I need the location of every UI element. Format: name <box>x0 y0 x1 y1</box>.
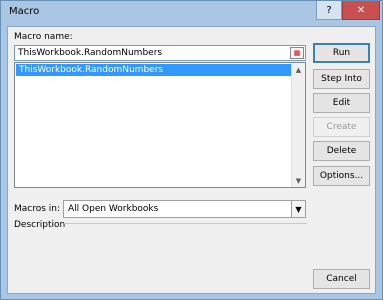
description-label: Description <box>14 220 66 230</box>
macro-dialog: Macro ? ✕ Macro name: ThisWorkbook.Rando… <box>0 0 383 300</box>
macro-name-value: ThisWorkbook.RandomNumbers <box>18 48 163 58</box>
title-bar: Macro ? ✕ <box>1 1 382 25</box>
help-button[interactable]: ? <box>316 1 342 20</box>
close-button[interactable]: ✕ <box>342 1 380 20</box>
collapse-dialog-icon[interactable]: ▦ <box>290 47 304 59</box>
cancel-button[interactable]: Cancel <box>313 269 370 289</box>
dialog-title: Macro <box>9 6 40 17</box>
description-divider <box>64 223 307 224</box>
macros-in-select[interactable]: All Open Workbooks ▼ <box>63 200 306 218</box>
macro-name-label: Macro name: <box>14 32 73 42</box>
dialog-body: Macro name: ThisWorkbook.RandomNumbers ▦… <box>7 26 376 294</box>
step-into-button[interactable]: Step Into <box>313 69 370 89</box>
options-button[interactable]: Options... <box>313 166 370 186</box>
create-button[interactable]: Create <box>313 117 370 137</box>
macros-in-label: Macros in: <box>14 204 61 214</box>
macro-name-input[interactable]: ThisWorkbook.RandomNumbers ▦ <box>14 45 306 61</box>
chevron-down-icon[interactable]: ▼ <box>291 201 305 217</box>
edit-button[interactable]: Edit <box>313 93 370 113</box>
run-button[interactable]: Run <box>313 43 370 63</box>
list-item[interactable]: ThisWorkbook.RandomNumbers <box>16 64 292 76</box>
scroll-down-icon[interactable]: ▼ <box>292 174 305 187</box>
scrollbar[interactable]: ▲ ▼ <box>291 63 305 187</box>
macro-list[interactable]: ThisWorkbook.RandomNumbers ▲ ▼ <box>14 62 306 188</box>
delete-button[interactable]: Delete <box>313 141 370 161</box>
macros-in-value: All Open Workbooks <box>68 204 159 214</box>
scroll-up-icon[interactable]: ▲ <box>292 63 305 76</box>
